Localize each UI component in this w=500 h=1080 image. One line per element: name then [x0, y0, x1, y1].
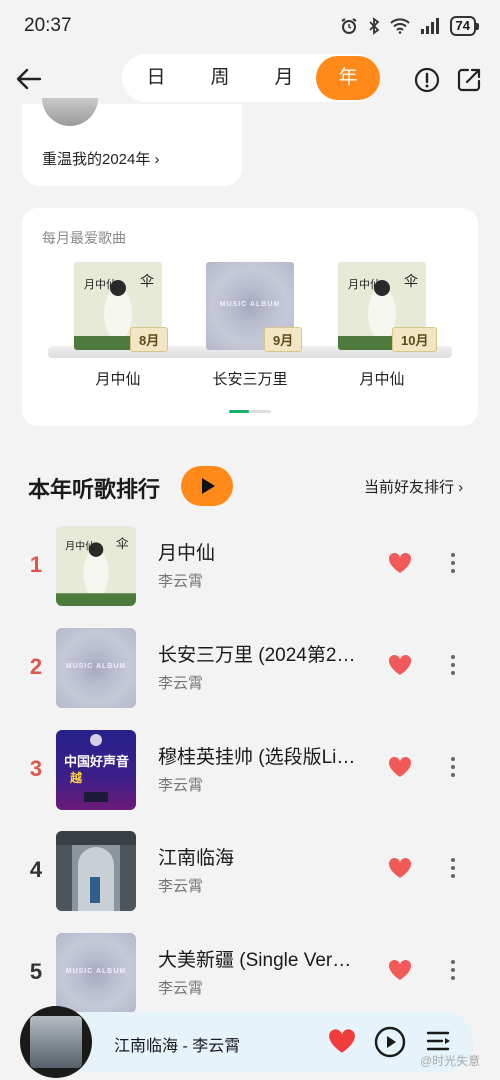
album-cover-text: MUSIC ALBUM: [219, 300, 281, 308]
song-rank: 3: [29, 756, 43, 781]
monthly-song-name: 月中仙: [95, 371, 141, 388]
song-title[interactable]: 长安三万里 (2024第2…: [158, 640, 368, 667]
recap-link[interactable]: 重温我的2024年 ›: [42, 148, 160, 169]
song-row[interactable]: 4 江南临海 李云霄: [0, 831, 500, 915]
song-rank: 2: [29, 654, 43, 679]
heart-icon[interactable]: [388, 552, 412, 574]
period-tabs: 日 周 月 年: [122, 54, 380, 102]
now-playing-disc[interactable]: [20, 1006, 92, 1078]
song-title[interactable]: 穆桂英挂帅 (选段版Li…: [158, 742, 368, 769]
album-art-voice: 中国好声音越: [64, 734, 129, 802]
carousel-indicator: [229, 410, 271, 413]
more-options-icon[interactable]: [444, 754, 462, 780]
song-rank: 5: [29, 959, 43, 984]
month-badge: 8月: [130, 327, 169, 352]
song-cover: MUSIC ALBUM: [56, 933, 136, 1013]
play-all-button[interactable]: [181, 466, 233, 506]
song-cover: [56, 831, 136, 911]
svg-text:月中仙: 月中仙: [348, 278, 381, 291]
song-rank: 1: [29, 552, 43, 577]
tab-month[interactable]: 月: [252, 56, 316, 100]
more-options-icon[interactable]: [444, 957, 462, 983]
svg-text:月中仙: 月中仙: [65, 540, 95, 553]
heart-icon[interactable]: [388, 756, 412, 778]
status-time: 20:37: [24, 15, 72, 36]
mini-player[interactable]: 江南临海 - 李云霄: [20, 1006, 474, 1078]
year-recap-card[interactable]: 重温我的2024年 ›: [22, 98, 242, 186]
tab-week[interactable]: 周: [188, 56, 252, 100]
watermark-text: @时光失意: [420, 1054, 481, 1068]
tab-day[interactable]: 日: [124, 56, 188, 100]
ranking-title: 本年听歌排行: [28, 477, 161, 502]
status-bar: 20:37 74: [0, 0, 500, 52]
song-artist: 李云霄: [158, 573, 204, 590]
song-rank: 4: [29, 857, 43, 882]
playlist-icon[interactable]: [426, 1028, 452, 1054]
alarm-icon: [340, 18, 357, 34]
song-artist: 李云霄: [158, 675, 204, 692]
song-row[interactable]: 2 MUSIC ALBUM 长安三万里 (2024第2… 李云霄: [0, 628, 500, 712]
play-icon[interactable]: [374, 1026, 406, 1058]
ranking-header: 本年听歌排行 当前好友排行 ›: [0, 462, 500, 510]
monthly-favorites-card: 每月最爱歌曲 月中仙伞 8月 月中仙 MUSIC ALBUM 9月 长安三万里 …: [22, 208, 478, 426]
album-cover-text: MUSIC ALBUM: [65, 968, 127, 976]
signal-icon: [420, 18, 439, 34]
song-artist: 李云霄: [158, 878, 204, 895]
song-cover: MUSIC ALBUM: [56, 628, 136, 708]
month-badge: 9月: [264, 327, 303, 352]
svg-text:伞: 伞: [116, 536, 129, 551]
monthly-favorites-title: 每月最爱歌曲: [42, 230, 126, 246]
album-cover-text: 中国好声音: [64, 754, 129, 770]
more-options-icon[interactable]: [444, 550, 462, 576]
heart-icon[interactable]: [388, 857, 412, 879]
song-artist: 李云霄: [158, 777, 204, 794]
song-row[interactable]: 1 月中仙 伞 月中仙 李云霄: [0, 526, 500, 610]
svg-text:伞: 伞: [140, 273, 154, 290]
album-art-moon: 月中仙 伞: [56, 526, 136, 606]
song-cover: 月中仙 伞: [56, 526, 136, 606]
month-badge: 10月: [392, 327, 438, 352]
svg-text:越: 越: [69, 770, 83, 785]
song-cover: 中国好声音越: [56, 730, 136, 810]
info-icon[interactable]: [413, 66, 441, 94]
heart-icon[interactable]: [388, 654, 412, 676]
recap-disc-image: [42, 98, 98, 126]
friends-ranking-link[interactable]: 当前好友排行 ›: [364, 476, 463, 497]
svg-text:月中仙: 月中仙: [84, 278, 117, 291]
wifi-icon: [389, 18, 410, 34]
song-row[interactable]: 5 MUSIC ALBUM 大美新疆 (Single Ver… 李云霄: [0, 933, 500, 1017]
more-options-icon[interactable]: [444, 855, 462, 881]
album-cover-text: MUSIC ALBUM: [65, 663, 127, 671]
now-playing-title[interactable]: 江南临海 - 李云霄: [114, 1032, 240, 1056]
back-arrow-icon[interactable]: [14, 64, 44, 94]
tab-year[interactable]: 年: [316, 56, 380, 100]
battery-indicator: 74: [449, 16, 480, 36]
song-artist: 李云霄: [158, 980, 204, 997]
heart-icon[interactable]: [388, 959, 412, 981]
album-art-jiangnan: [56, 831, 136, 911]
monthly-song-name: 长安三万里: [212, 371, 288, 388]
bluetooth-icon: [368, 17, 379, 35]
song-title[interactable]: 江南临海: [158, 843, 368, 870]
song-title[interactable]: 月中仙: [158, 538, 368, 565]
status-icons: 74: [340, 16, 480, 36]
song-title[interactable]: 大美新疆 (Single Ver…: [158, 945, 368, 972]
heart-icon[interactable]: [328, 1028, 356, 1054]
now-playing-cover: [30, 1016, 82, 1068]
monthly-song-name: 月中仙: [359, 371, 405, 388]
svg-text:伞: 伞: [404, 273, 418, 290]
more-options-icon[interactable]: [444, 652, 462, 678]
song-row[interactable]: 3 中国好声音越 穆桂英挂帅 (选段版Li… 李云霄: [0, 730, 500, 814]
share-icon[interactable]: [455, 66, 483, 94]
carousel-indicator-active: [229, 410, 249, 413]
